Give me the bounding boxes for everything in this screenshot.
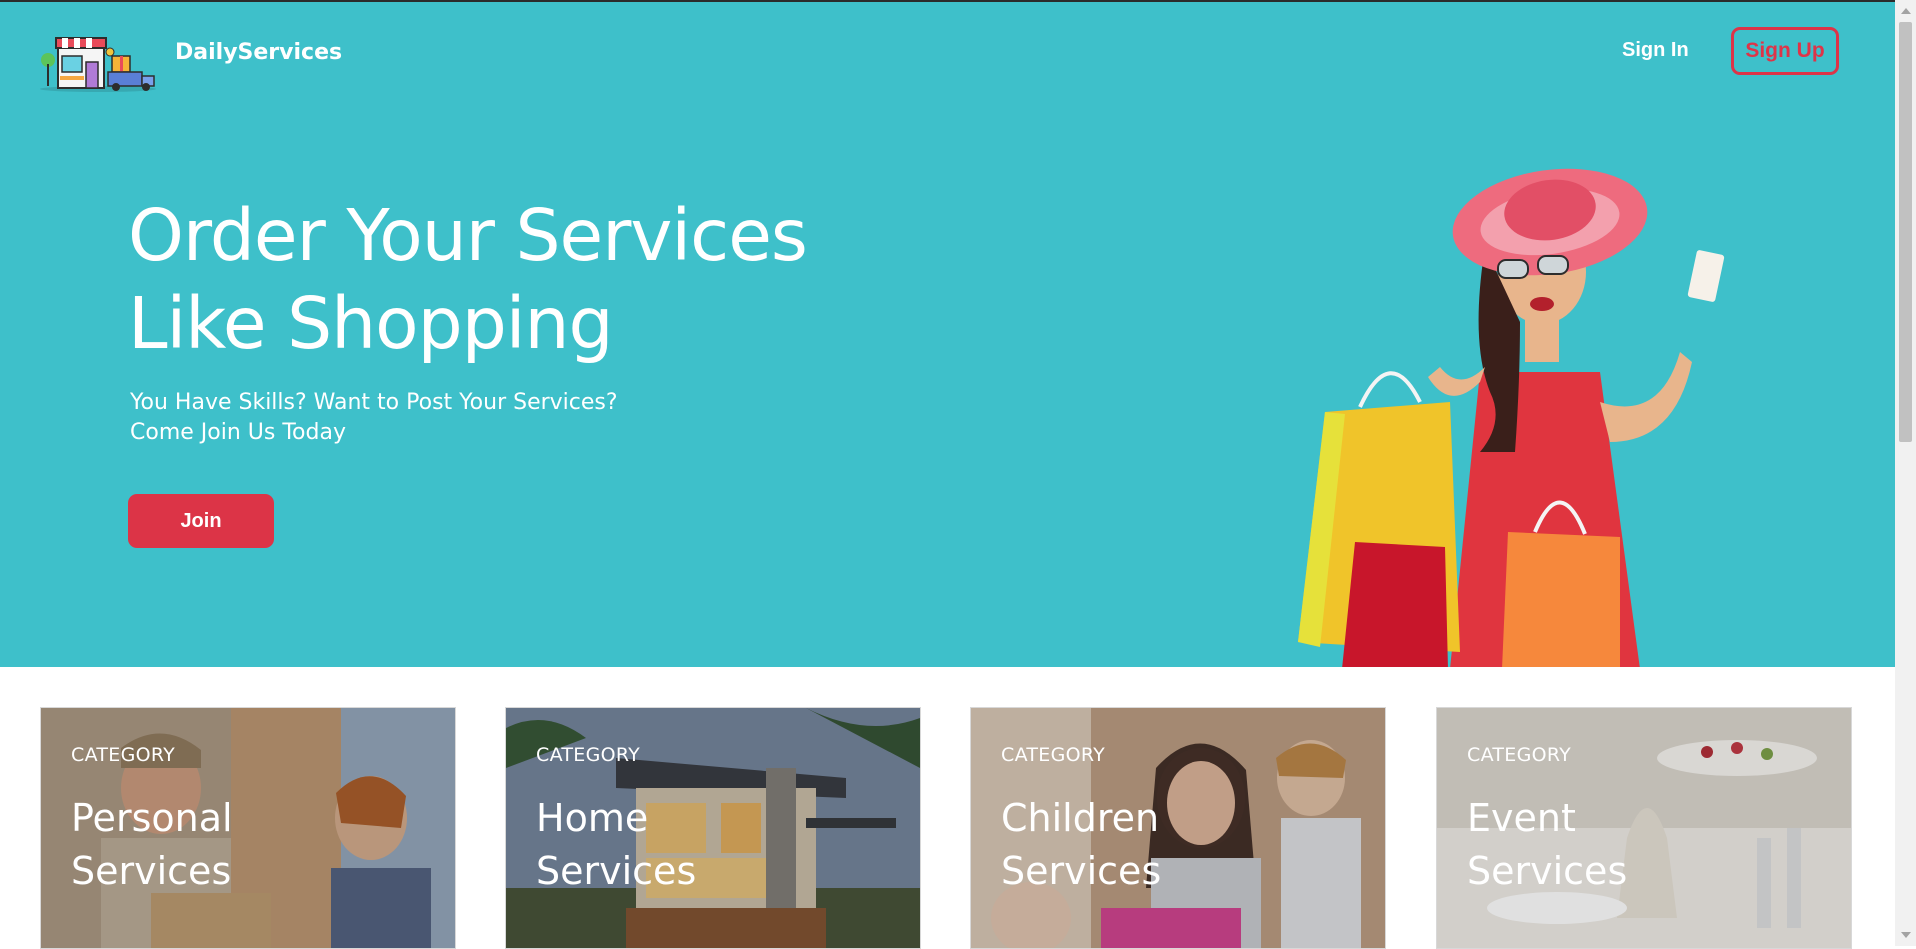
category-title-line1: Children bbox=[1001, 796, 1160, 840]
hero-headline-line1: Order Your Services bbox=[128, 194, 808, 277]
shop-logo-icon[interactable] bbox=[38, 34, 160, 94]
hero-headline: Order Your Services Like Shopping bbox=[128, 192, 808, 368]
category-title-line1: Home bbox=[536, 796, 649, 840]
hero-subtitle-line1: You Have Skills? Want to Post Your Servi… bbox=[130, 390, 618, 415]
category-kicker: CATEGORY bbox=[1467, 744, 1572, 766]
sign-in-link[interactable]: Sign In bbox=[1622, 39, 1689, 62]
hero-headline-line2: Like Shopping bbox=[128, 282, 614, 365]
sign-up-button[interactable]: Sign Up bbox=[1731, 27, 1839, 75]
category-title: Home Services bbox=[536, 792, 696, 898]
category-title-line2: Services bbox=[1467, 849, 1628, 893]
category-cards: CATEGORY Personal Services CATEGORY Home… bbox=[0, 667, 1895, 949]
category-title-line2: Services bbox=[536, 849, 697, 893]
category-card-children[interactable]: CATEGORY Children Services bbox=[970, 707, 1386, 949]
category-title-line2: Services bbox=[1001, 849, 1162, 893]
brand-name[interactable]: DailyServices bbox=[175, 40, 342, 65]
category-card-personal[interactable]: CATEGORY Personal Services bbox=[40, 707, 456, 949]
category-kicker: CATEGORY bbox=[71, 744, 176, 766]
category-kicker: CATEGORY bbox=[536, 744, 641, 766]
category-title: Personal Services bbox=[71, 792, 233, 898]
join-button[interactable]: Join bbox=[128, 494, 274, 548]
category-title-line2: Services bbox=[71, 849, 232, 893]
scroll-up-arrow-icon[interactable] bbox=[1901, 8, 1911, 14]
category-title-line1: Event bbox=[1467, 796, 1576, 840]
hero-banner: DailyServices Sign In Sign Up Order Your… bbox=[0, 2, 1895, 667]
scrollbar-thumb[interactable] bbox=[1899, 22, 1912, 442]
category-card-event[interactable]: CATEGORY Event Services bbox=[1436, 707, 1852, 949]
scroll-down-arrow-icon[interactable] bbox=[1901, 932, 1911, 938]
woman-with-shopping-bags-image bbox=[1298, 168, 1725, 667]
category-kicker: CATEGORY bbox=[1001, 744, 1106, 766]
hero-subtitle-line2: Come Join Us Today bbox=[130, 420, 346, 445]
category-title: Children Services bbox=[1001, 792, 1161, 898]
category-card-home[interactable]: CATEGORY Home Services bbox=[505, 707, 921, 949]
category-title-line1: Personal bbox=[71, 796, 233, 840]
hero-subtitle: You Have Skills? Want to Post Your Servi… bbox=[130, 388, 618, 448]
category-title: Event Services bbox=[1467, 792, 1627, 898]
